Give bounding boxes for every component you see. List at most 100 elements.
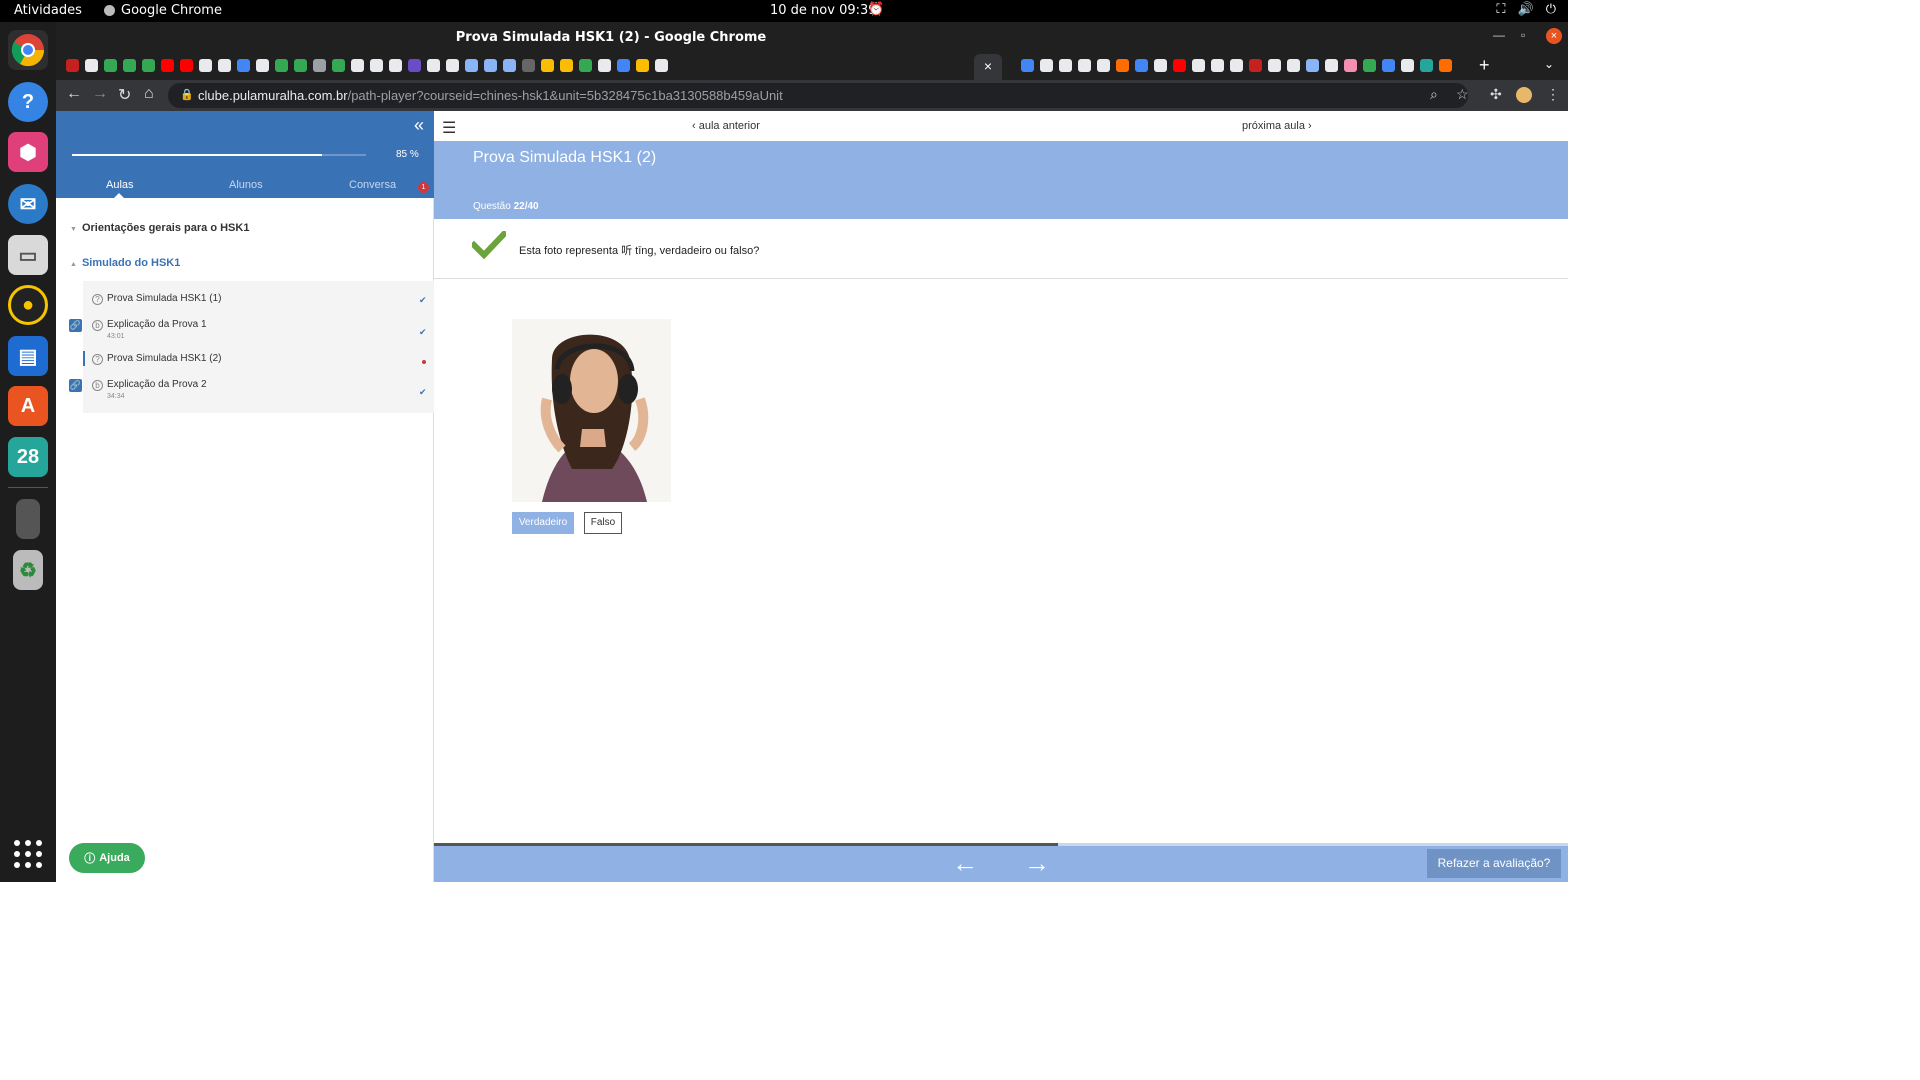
- reload-icon[interactable]: ↻: [118, 85, 131, 105]
- clock[interactable]: 10 de nov 09:39: [770, 3, 877, 18]
- tab-favicon-icon[interactable]: [313, 59, 326, 72]
- profile-avatar[interactable]: [1516, 87, 1532, 103]
- chrome-dock-icon[interactable]: [8, 30, 48, 70]
- tab-favicon-icon[interactable]: [1268, 59, 1281, 72]
- activities-button[interactable]: Atividades: [14, 3, 82, 18]
- true-button[interactable]: Verdadeiro: [512, 512, 574, 534]
- help-button[interactable]: ⓘ Ajuda: [69, 843, 145, 873]
- tab-favicon-icon[interactable]: [332, 59, 345, 72]
- close-window-button[interactable]: ×: [1546, 28, 1562, 44]
- tab-favicon-icon[interactable]: [1097, 59, 1110, 72]
- menu-icon[interactable]: ☰: [442, 118, 456, 138]
- attachment-icon[interactable]: 🔗: [69, 319, 82, 332]
- tab-favicon-icon[interactable]: [1021, 59, 1034, 72]
- address-bar[interactable]: 🔒 clube.pulamuralha.com.br/path-player?c…: [168, 83, 1469, 108]
- files-dock-icon[interactable]: ▭: [8, 235, 48, 275]
- tab-favicon-icon[interactable]: [1325, 59, 1338, 72]
- collapse-sidebar-icon[interactable]: «: [414, 115, 424, 136]
- section-simulado[interactable]: ▲ Simulado do HSK1: [70, 257, 180, 269]
- tab-favicon-icon[interactable]: [389, 59, 402, 72]
- previous-question-arrow-icon[interactable]: ←: [952, 848, 978, 879]
- tab-favicon-icon[interactable]: [636, 59, 649, 72]
- tab-favicon-icon[interactable]: [199, 59, 212, 72]
- tab-favicon-icon[interactable]: [1306, 59, 1319, 72]
- tab-favicon-icon[interactable]: [427, 59, 440, 72]
- tab-favicon-icon[interactable]: [446, 59, 459, 72]
- trash-icon[interactable]: ♻: [13, 550, 43, 590]
- tab-favicon-icon[interactable]: [598, 59, 611, 72]
- tab-favicon-icon[interactable]: [85, 59, 98, 72]
- lesson-item[interactable]: b Explicação da Prova 1 43:01 ✔: [83, 309, 434, 340]
- gem-dock-icon[interactable]: ⬢: [8, 132, 48, 172]
- tab-favicon-icon[interactable]: [408, 59, 421, 72]
- url-text[interactable]: clube.pulamuralha.com.br/path-player?cou…: [198, 88, 783, 103]
- false-button[interactable]: Falso: [584, 512, 622, 534]
- tab-search-icon[interactable]: ⌄: [1544, 57, 1554, 71]
- tab-favicon-icon[interactable]: [1173, 59, 1186, 72]
- tab-favicon-icon[interactable]: [1420, 59, 1433, 72]
- bookmark-star-icon[interactable]: ☆: [1456, 86, 1469, 103]
- app-menu[interactable]: Google Chrome: [104, 3, 222, 18]
- tab-favicon-icon[interactable]: [275, 59, 288, 72]
- tab-favicon-icon[interactable]: [1230, 59, 1243, 72]
- zoom-icon[interactable]: ⌕: [1430, 86, 1438, 103]
- tab-conversa[interactable]: Conversa: [349, 179, 396, 191]
- tab-favicon-icon[interactable]: [1439, 59, 1452, 72]
- extensions-icon[interactable]: ✣: [1490, 86, 1502, 103]
- tab-alunos[interactable]: Alunos: [229, 179, 263, 191]
- calendar-dock-icon[interactable]: 28: [8, 437, 48, 477]
- redo-assessment-button[interactable]: Refazer a avaliação?: [1427, 849, 1561, 878]
- tab-favicon-icon[interactable]: [1078, 59, 1091, 72]
- tab-favicon-icon[interactable]: [1344, 59, 1357, 72]
- new-tab-button[interactable]: +: [1479, 55, 1490, 76]
- tab-favicon-icon[interactable]: [1211, 59, 1224, 72]
- tab-favicon-icon[interactable]: [1401, 59, 1414, 72]
- tab-favicon-icon[interactable]: [1135, 59, 1148, 72]
- tab-favicon-icon[interactable]: [484, 59, 497, 72]
- tab-favicon-icon[interactable]: [180, 59, 193, 72]
- forward-icon[interactable]: →: [92, 85, 108, 103]
- tab-favicon-icon[interactable]: [1249, 59, 1262, 72]
- tab-favicon-icon[interactable]: [161, 59, 174, 72]
- attachment-icon[interactable]: 🔗: [69, 379, 82, 392]
- writer-dock-icon[interactable]: ▤: [8, 336, 48, 376]
- next-question-arrow-icon[interactable]: →: [1024, 848, 1050, 879]
- tab-favicon-icon[interactable]: [522, 59, 535, 72]
- tab-favicon-icon[interactable]: [503, 59, 516, 72]
- tab-favicon-icon[interactable]: [218, 59, 231, 72]
- tab-favicon-icon[interactable]: [541, 59, 554, 72]
- tab-favicon-icon[interactable]: [465, 59, 478, 72]
- tab-favicon-icon[interactable]: [1116, 59, 1129, 72]
- tab-favicon-icon[interactable]: [579, 59, 592, 72]
- tab-favicon-icon[interactable]: [104, 59, 117, 72]
- lesson-item[interactable]: b Explicação da Prova 2 34:34 ✔: [83, 369, 434, 400]
- tab-favicon-icon[interactable]: [617, 59, 630, 72]
- tab-favicon-icon[interactable]: [237, 59, 250, 72]
- tab-aulas[interactable]: Aulas: [106, 179, 134, 191]
- minimize-icon[interactable]: —: [1493, 28, 1505, 42]
- tab-favicon-icon[interactable]: [1192, 59, 1205, 72]
- active-tab-close[interactable]: ×: [974, 54, 1002, 80]
- rhythmbox-dock-icon[interactable]: ●: [8, 285, 48, 325]
- help-dock-icon[interactable]: ?: [8, 82, 48, 122]
- tab-favicon-icon[interactable]: [560, 59, 573, 72]
- tab-favicon-icon[interactable]: [142, 59, 155, 72]
- back-icon[interactable]: ←: [66, 85, 82, 103]
- thunderbird-dock-icon[interactable]: ✉: [8, 184, 48, 224]
- section-orientacoes[interactable]: ▼ Orientações gerais para o HSK1: [70, 222, 249, 234]
- tab-favicon-icon[interactable]: [1287, 59, 1300, 72]
- tab-favicon-icon[interactable]: [1040, 59, 1053, 72]
- tab-favicon-icon[interactable]: [294, 59, 307, 72]
- tab-favicon-icon[interactable]: [655, 59, 668, 72]
- home-icon[interactable]: ⌂: [144, 85, 154, 103]
- software-dock-icon[interactable]: A: [8, 386, 48, 426]
- tab-favicon-icon[interactable]: [1382, 59, 1395, 72]
- tab-favicon-icon[interactable]: [66, 59, 79, 72]
- tab-favicon-icon[interactable]: [370, 59, 383, 72]
- tab-favicon-icon[interactable]: [123, 59, 136, 72]
- tab-favicon-icon[interactable]: [1059, 59, 1072, 72]
- system-tray[interactable]: ⛶ 🔊 ⏻: [1496, 2, 1556, 17]
- maximize-icon[interactable]: ▫: [1521, 28, 1525, 42]
- tab-favicon-icon[interactable]: [1363, 59, 1376, 72]
- tab-favicon-icon[interactable]: [351, 59, 364, 72]
